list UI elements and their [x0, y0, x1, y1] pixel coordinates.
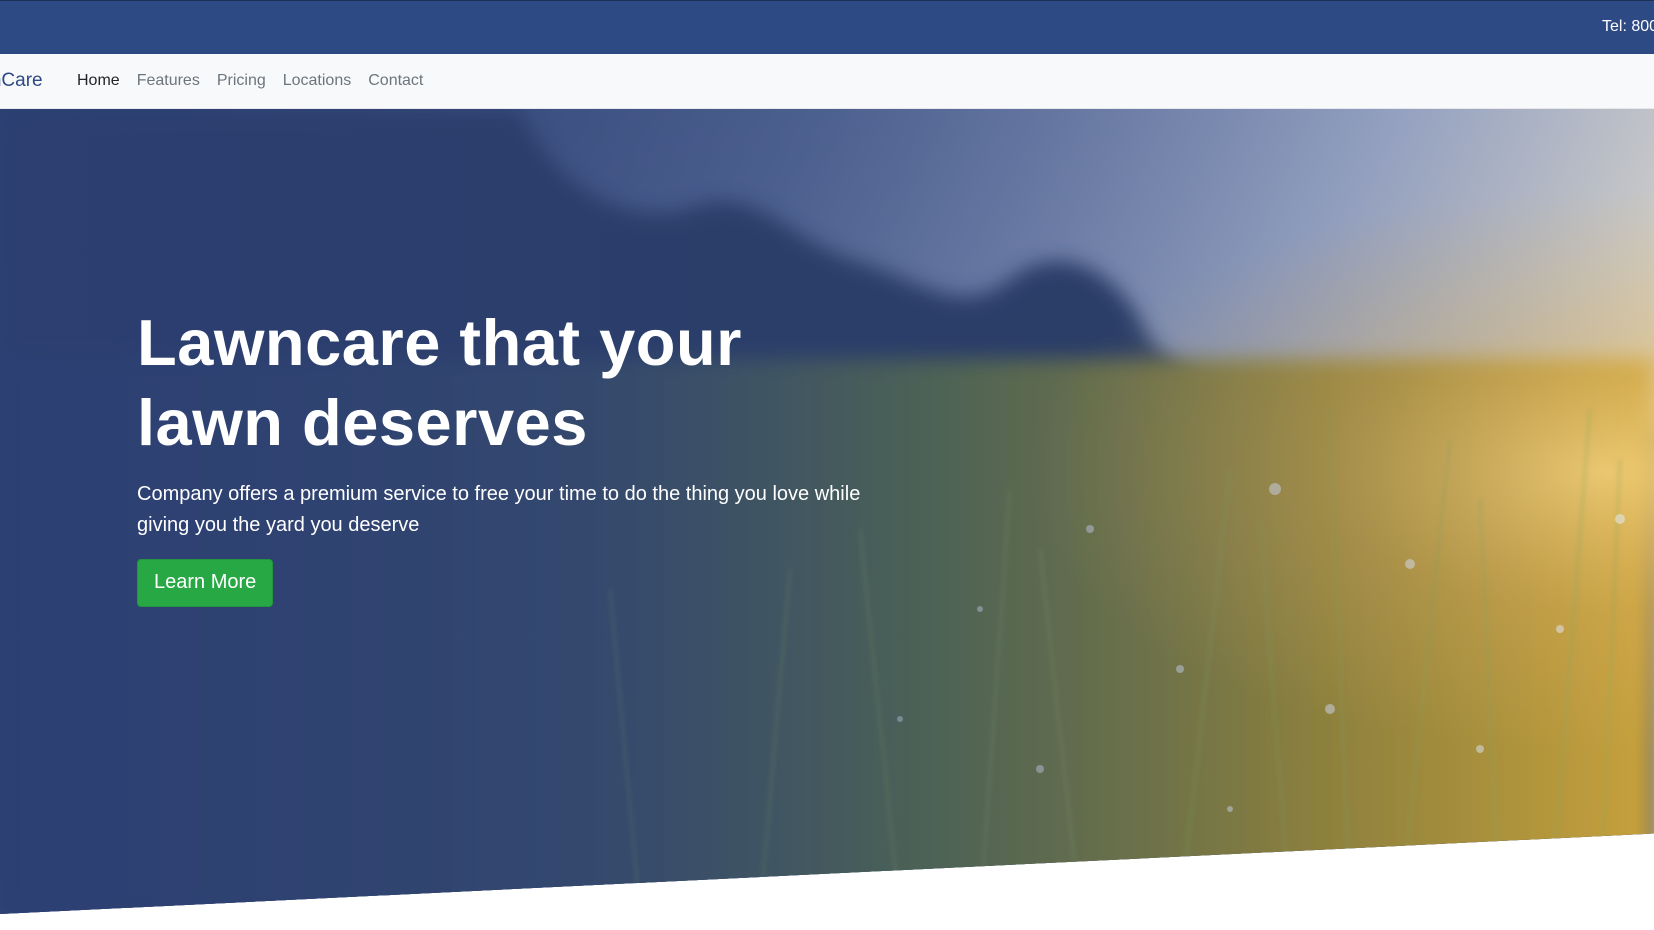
hero-title: Lawncare that your lawn deserves [137, 306, 742, 459]
nav-link-contact[interactable]: Contact [368, 72, 423, 90]
brand-logo[interactable]: LawnCare [0, 70, 43, 92]
phone-number[interactable]: Tel: 800 [1602, 18, 1654, 36]
hero-section: Lawncare that your lawn deserves Company… [0, 109, 1654, 914]
nav-link-home[interactable]: Home [77, 72, 120, 90]
nav-link-locations[interactable]: Locations [283, 72, 352, 90]
nav-links: Home Features Pricing Locations Contact [77, 72, 423, 90]
nav-link-features[interactable]: Features [137, 72, 200, 90]
top-bar: Tel: 800 [0, 0, 1654, 54]
nav-link-pricing[interactable]: Pricing [217, 72, 266, 90]
learn-more-button[interactable]: Learn More [137, 559, 274, 607]
navbar: LawnCare Home Features Pricing Locations… [0, 54, 1654, 109]
hero-subtitle: Company offers a premium service to free… [137, 483, 861, 536]
hero-content: Lawncare that your lawn deserves Company… [137, 303, 897, 607]
